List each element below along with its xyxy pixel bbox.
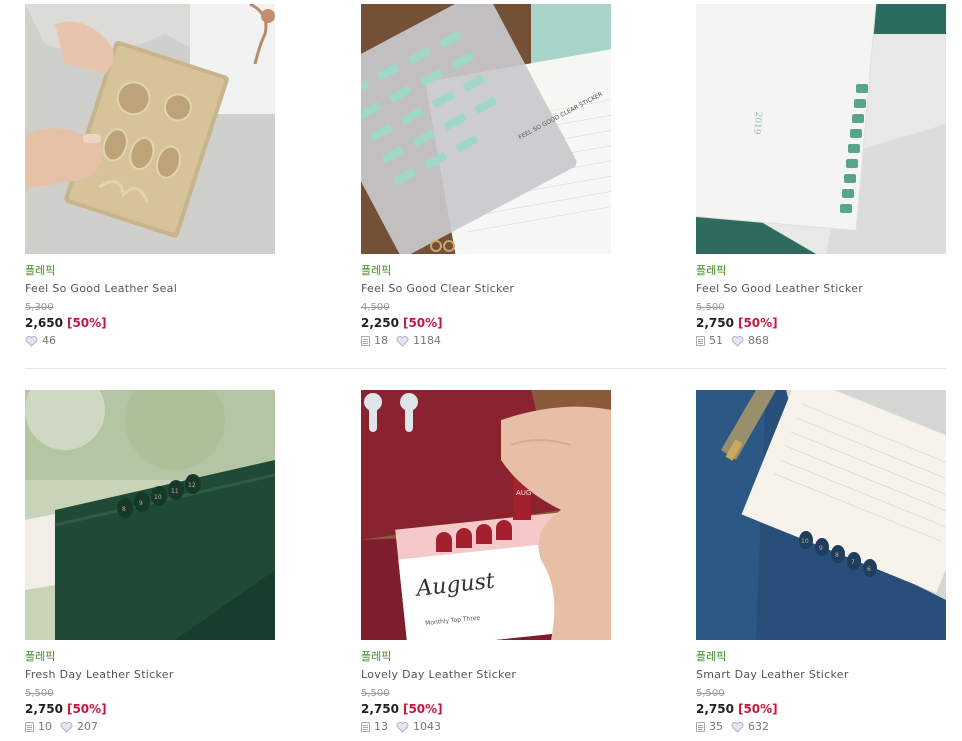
review-icon[interactable] [25,722,34,732]
sale-price-row: 2,750 [50%] [696,316,946,331]
product-name[interactable]: Feel So Good Clear Sticker [361,282,611,296]
review-icon[interactable] [696,336,705,346]
row-divider [25,368,946,369]
sale-price-row: 2,250 [50%] [361,316,611,331]
review-icon[interactable] [361,722,370,732]
discount-rate: [50%] [66,316,107,330]
heart-icon[interactable] [60,721,73,733]
brand-label[interactable]: 플레픽 [361,264,611,278]
review-count: 51 [709,334,723,347]
svg-text:7: 7 [851,559,855,566]
heart-icon[interactable] [731,721,744,733]
like-count: 632 [748,720,769,733]
sale-price-row: 2,650 [50%] [25,316,275,331]
brand-label[interactable]: 플레픽 [696,650,946,664]
product-stats: 10 207 [25,720,275,734]
product-image[interactable]: August Monthly Top Three AUG [361,390,611,640]
svg-text:2019: 2019 [751,111,763,135]
product-card[interactable]: 2019 플레픽 Feel So Good Leather Sticker 5,… [696,4,946,348]
brand-label[interactable]: 플레픽 [25,650,275,664]
product-stats: 51 868 [696,334,946,348]
brand-label[interactable]: 플레픽 [696,264,946,278]
sale-price: 2,250 [361,316,399,330]
product-card[interactable]: August Monthly Top Three AUG 플레픽 Lovely … [361,390,611,734]
like-count: 1043 [413,720,441,733]
product-image[interactable]: FEEL SO GOOD CLEAR STICKER [361,4,611,254]
sale-price: 2,650 [25,316,63,330]
brand-label[interactable]: 플레픽 [361,650,611,664]
product-image[interactable]: 2019 [696,4,946,254]
discount-rate: [50%] [737,702,778,716]
svg-text:12: 12 [188,482,196,489]
discount-rate: [50%] [737,316,778,330]
product-card[interactable]: 10 9 8 7 6 플레픽 Smart Day Leather Sticker 5… [696,390,946,734]
product-name[interactable]: Fresh Day Leather Sticker [25,668,275,682]
product-name[interactable]: Lovely Day Leather Sticker [361,668,611,682]
review-count: 13 [374,720,388,733]
product-stats: 35 632 [696,720,946,734]
svg-text:9: 9 [139,500,143,507]
review-icon[interactable] [361,336,370,346]
review-count: 10 [38,720,52,733]
sale-price: 2,750 [25,702,63,716]
sale-price-row: 2,750 [50%] [25,702,275,717]
sale-price-row: 2,750 [50%] [361,702,611,717]
sale-price: 2,750 [361,702,399,716]
brand-label[interactable]: 플레픽 [25,264,275,278]
product-stats: 46 [25,334,275,348]
discount-rate: [50%] [402,316,443,330]
heart-icon[interactable] [396,335,409,347]
svg-text:10: 10 [801,538,809,545]
original-price: 5,300 [25,302,54,313]
original-price: 5,500 [25,688,54,699]
heart-icon[interactable] [396,721,409,733]
product-stats: 18 1184 [361,334,611,348]
review-icon[interactable] [696,722,705,732]
like-count: 1184 [413,334,441,347]
discount-rate: [50%] [66,702,107,716]
product-stats: 13 1043 [361,720,611,734]
review-count: 18 [374,334,388,347]
original-price: 5,500 [361,688,390,699]
product-name[interactable]: Feel So Good Leather Seal [25,282,275,296]
product-card[interactable]: 플레픽 Feel So Good Leather Seal 5,300 2,65… [25,4,275,348]
sale-price: 2,750 [696,316,734,330]
original-price: 5,500 [696,688,725,699]
product-grid: 플레픽 Feel So Good Leather Seal 5,300 2,65… [0,0,962,741]
product-card[interactable]: 8 9 10 11 12 플레픽 Fresh Day Leather Sticker… [25,390,275,734]
product-card[interactable]: FEEL SO GOOD CLEAR STICKER 플레픽 Feel So G… [361,4,611,348]
product-image[interactable] [25,4,275,254]
product-name[interactable]: Smart Day Leather Sticker [696,668,946,682]
sale-price: 2,750 [696,702,734,716]
svg-text:10: 10 [154,494,162,501]
svg-text:AUG: AUG [516,489,531,497]
like-count: 868 [748,334,769,347]
discount-rate: [50%] [402,702,443,716]
like-count: 207 [77,720,98,733]
original-price: 4,500 [361,302,390,313]
original-price: 5,500 [696,302,725,313]
heart-icon[interactable] [25,335,38,347]
product-image[interactable]: 10 9 8 7 6 [696,390,946,640]
product-image[interactable]: 8 9 10 11 12 [25,390,275,640]
like-count: 46 [42,334,56,347]
svg-text:9: 9 [819,545,823,552]
svg-text:8: 8 [835,552,839,559]
heart-icon[interactable] [731,335,744,347]
svg-text:11: 11 [171,488,179,495]
product-name[interactable]: Feel So Good Leather Sticker [696,282,946,296]
svg-text:8: 8 [122,506,126,513]
sale-price-row: 2,750 [50%] [696,702,946,717]
svg-text:6: 6 [867,566,871,573]
review-count: 35 [709,720,723,733]
